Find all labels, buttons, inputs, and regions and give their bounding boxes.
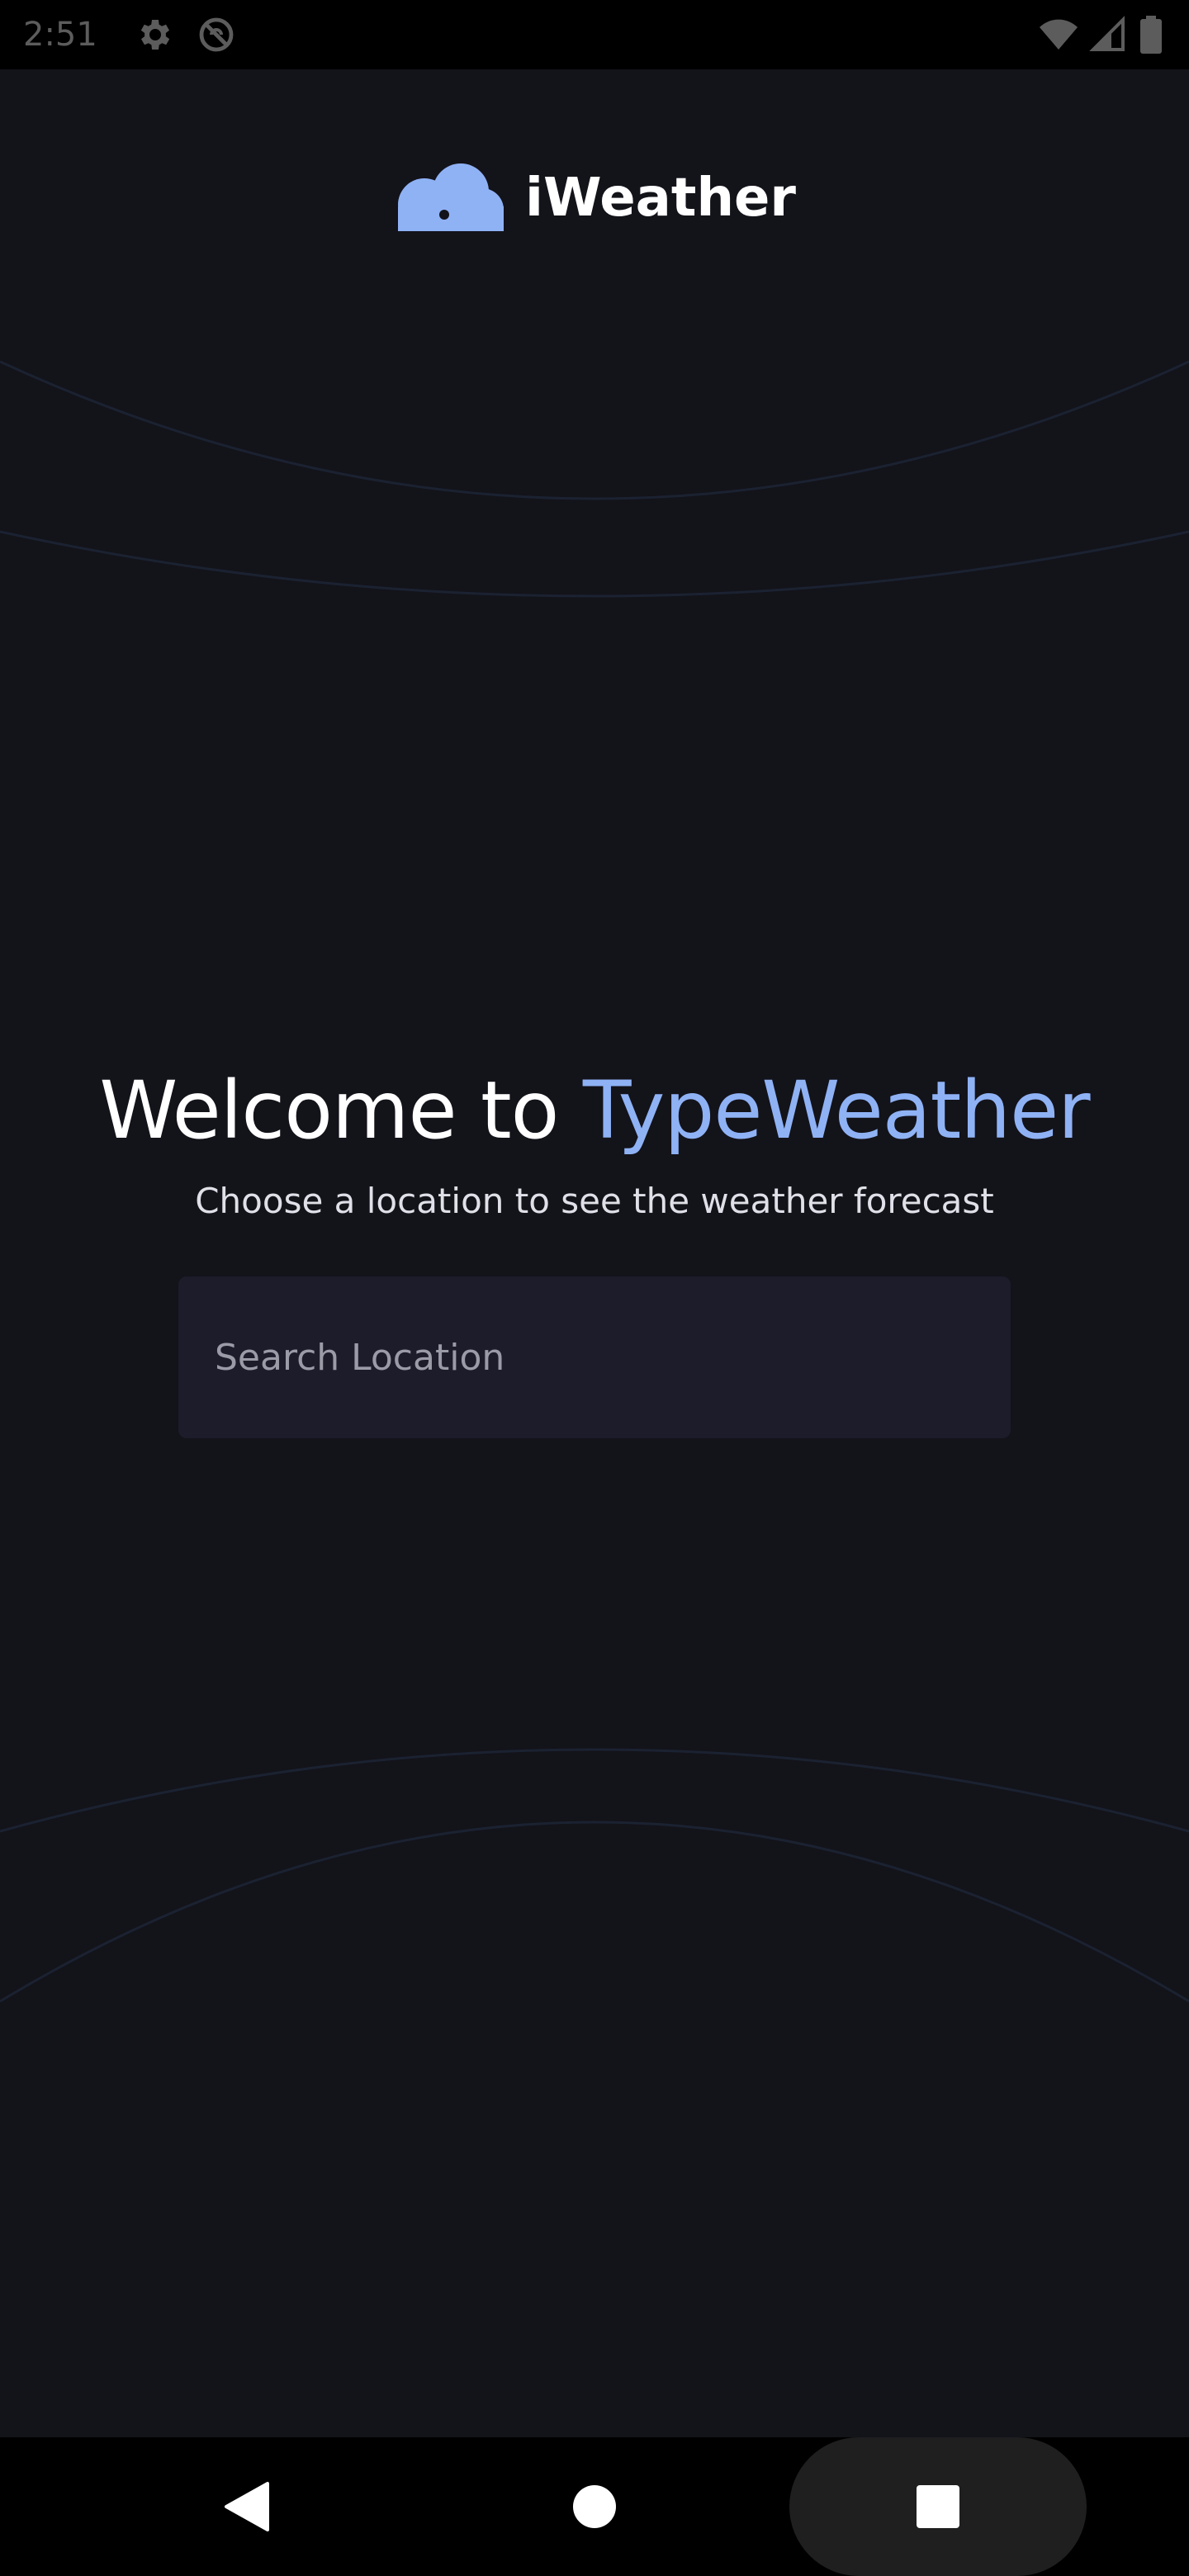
app-screen: 2:51 iWeather Welcome to TypeWeather Cho…	[0, 0, 1189, 2576]
search-location-input[interactable]	[213, 1335, 1011, 1380]
cellular-signal-icon	[1089, 16, 1125, 51]
back-icon	[225, 2482, 269, 2531]
settings-icon	[140, 20, 170, 50]
wifi-icon	[1040, 19, 1078, 50]
battery-icon	[1140, 16, 1162, 54]
cloud-logo-icon	[398, 163, 504, 231]
home-icon	[573, 2485, 616, 2528]
do-not-disturb-icon	[199, 17, 234, 52]
welcome-subtitle: Choose a location to see the weather for…	[195, 1181, 994, 1221]
status-time: 2:51	[23, 16, 97, 54]
recents-button[interactable]	[789, 2437, 1087, 2576]
status-bar: 2:51	[0, 0, 1189, 69]
recents-icon	[917, 2485, 959, 2528]
welcome-title-prefix: Welcome to	[99, 1064, 583, 1157]
home-button[interactable]	[512, 2437, 677, 2576]
app-name: iWeather	[525, 168, 796, 229]
back-button[interactable]	[165, 2437, 330, 2576]
app-logo: iWeather	[393, 157, 796, 239]
welcome-title: Welcome to TypeWeather	[0, 1057, 1189, 1164]
welcome-title-accent: TypeWeather	[582, 1064, 1091, 1157]
navigation-bar	[0, 2437, 1189, 2576]
search-box[interactable]	[178, 1276, 1011, 1438]
